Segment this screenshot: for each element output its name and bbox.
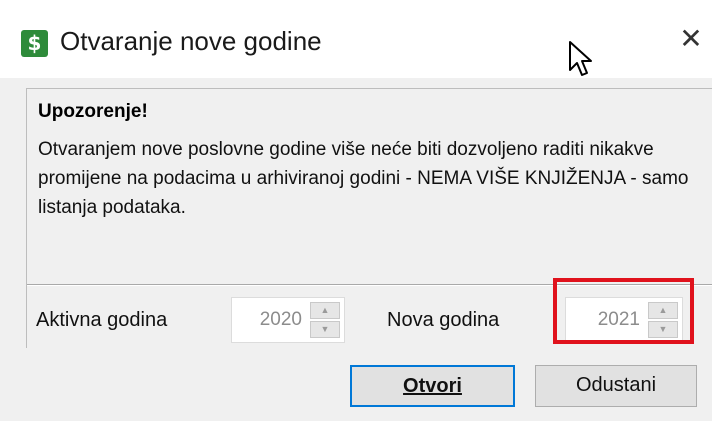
open-button[interactable]: Otvori (350, 365, 515, 407)
close-icon[interactable]: ✕ (676, 22, 706, 56)
dialog-body: Upozorenje! Otvaranjem nove poslovne god… (0, 78, 712, 421)
open-new-year-dialog: $ Otvaranje nove godine ✕ Upozorenje! Ot… (0, 0, 712, 421)
open-button-label: Otvori (403, 375, 462, 397)
new-year-label: Nova godina (387, 309, 500, 331)
active-year-spinner: 2020 ▲ ▼ (231, 297, 345, 343)
app-dollar-icon: $ (21, 30, 48, 57)
active-year-up-icon: ▲ (310, 302, 340, 319)
window-title: Otvaranje nove godine (60, 26, 322, 56)
warning-title: Upozorenje! (38, 101, 148, 122)
highlight-box (553, 278, 694, 344)
mouse-cursor-icon (569, 41, 592, 76)
active-year-label: Aktivna godina (36, 309, 168, 331)
active-year-down-icon: ▼ (310, 321, 340, 338)
title-bar: $ Otvaranje nove godine ✕ (0, 0, 712, 80)
active-year-value: 2020 (259, 309, 302, 330)
cancel-button[interactable]: Odustani (535, 365, 697, 407)
cancel-button-label: Odustani (575, 374, 657, 396)
warning-message: Otvaranjem nove poslovne godine više neć… (38, 139, 689, 218)
